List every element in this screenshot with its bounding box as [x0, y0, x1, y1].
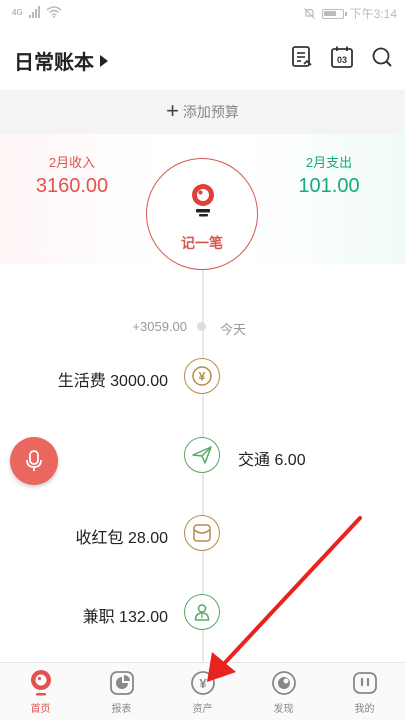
- plus-icon: +: [166, 97, 179, 123]
- add-budget-button[interactable]: + 添加预算: [0, 90, 405, 134]
- bottom-nav: 首页 报表 ¥ 资产 发现 我的: [0, 662, 405, 720]
- entry-transport-icon-button[interactable]: [184, 437, 220, 473]
- nav-discover-label: 发现: [273, 704, 294, 715]
- timeline-dot: [197, 322, 206, 331]
- app-logo-icon: [192, 184, 214, 217]
- bill-list-button[interactable]: [289, 44, 315, 70]
- calendar-button[interactable]: 03: [329, 44, 355, 70]
- battery-icon: [321, 8, 347, 19]
- entry-part-time[interactable]: 兼职 132.00: [83, 603, 168, 627]
- entry-red-envelope-icon-button[interactable]: [184, 515, 220, 551]
- nav-assets[interactable]: ¥ 资产: [162, 663, 243, 720]
- nav-discover[interactable]: 发现: [243, 663, 324, 720]
- nav-assets-label: 资产: [192, 704, 213, 715]
- discover-icon: [270, 669, 298, 697]
- nav-home[interactable]: 首页: [0, 663, 81, 720]
- account-book-selector[interactable]: 日常账本: [14, 46, 108, 75]
- svg-text:¥: ¥: [199, 370, 206, 384]
- entry-living-expense[interactable]: 生活费 3000.00: [58, 367, 168, 391]
- day-label: 今天: [220, 322, 247, 337]
- svg-text:03: 03: [337, 55, 347, 65]
- wifi-icon: [46, 6, 62, 18]
- timeline-date-row: +3059.00 今天: [0, 318, 405, 337]
- monthly-income: 2月收入 3160.00: [20, 152, 124, 198]
- search-button[interactable]: [369, 44, 395, 70]
- nav-profile[interactable]: 我的: [324, 663, 405, 720]
- envelope-icon: [193, 524, 211, 542]
- entry-part-time-icon-button[interactable]: [184, 594, 220, 630]
- signal-icon: [28, 6, 40, 18]
- paper-plane-icon: [192, 446, 212, 464]
- nav-reports[interactable]: 报表: [81, 663, 162, 720]
- add-budget-label: 添加预算: [182, 104, 239, 120]
- profile-icon: [351, 669, 379, 697]
- network-type: 4G: [12, 7, 23, 17]
- record-entry-button[interactable]: 记一笔: [146, 158, 258, 270]
- app-header: 日常账本 03: [0, 28, 405, 90]
- entry-red-envelope[interactable]: 收红包 28.00: [76, 524, 169, 548]
- entry-living-expense-icon-button[interactable]: ¥: [184, 358, 220, 394]
- clock: 下午3:14: [349, 7, 397, 21]
- status-bar: 4G 下午3:14: [0, 0, 405, 28]
- search-icon: [372, 47, 392, 67]
- caret-right-icon: [100, 54, 108, 67]
- person-icon: [194, 604, 210, 621]
- expense-value: 101.00: [298, 175, 360, 197]
- status-left: 4G: [12, 6, 62, 18]
- yen-icon: ¥: [192, 366, 212, 386]
- nav-home-label: 首页: [30, 704, 51, 715]
- yen-circle-icon: ¥: [189, 669, 217, 697]
- entry-transport[interactable]: 交通 6.00: [238, 446, 306, 470]
- monthly-expense: 2月支出 101.00: [277, 152, 381, 198]
- day-total: +3059.00: [132, 319, 187, 334]
- calendar-icon: 03: [331, 46, 353, 68]
- nav-reports-label: 报表: [111, 704, 132, 715]
- income-label: 2月收入: [48, 155, 96, 170]
- status-right: 下午3:14: [303, 5, 397, 22]
- voice-input-button[interactable]: [10, 437, 58, 485]
- expense-label: 2月支出: [305, 155, 353, 170]
- pie-chart-icon: [108, 669, 136, 697]
- header-actions: 03: [289, 44, 395, 70]
- svg-text:¥: ¥: [199, 676, 207, 691]
- bill-list-icon: [292, 46, 312, 67]
- microphone-icon: [26, 450, 42, 471]
- home-icon: [27, 669, 55, 697]
- nav-profile-label: 我的: [354, 704, 375, 715]
- record-entry-label: 记一笔: [181, 235, 223, 251]
- mute-bell-icon: [303, 8, 315, 19]
- income-value: 3160.00: [35, 175, 109, 197]
- account-book-title: 日常账本: [14, 52, 94, 74]
